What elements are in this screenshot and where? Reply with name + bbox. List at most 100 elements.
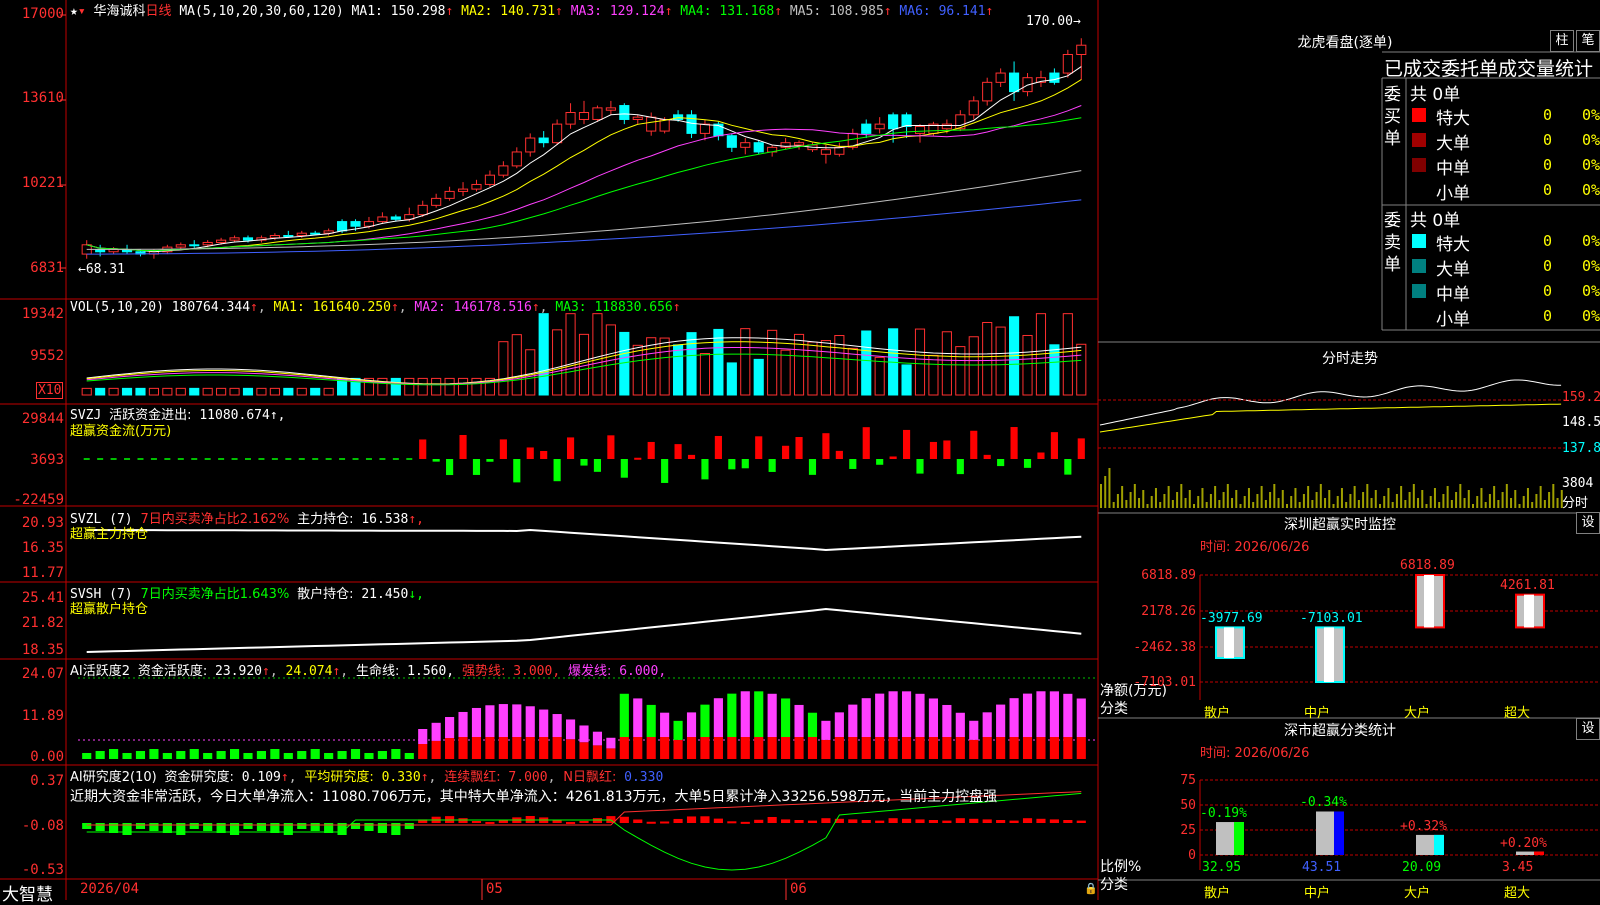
flow-bar [835, 450, 843, 459]
volume-bar [646, 337, 657, 396]
order-percent: 0% [1581, 156, 1600, 174]
main-chart-canvas[interactable] [0, 0, 1600, 900]
flow-bar [687, 454, 696, 459]
brand-logo[interactable]: 大智慧 [2, 880, 53, 905]
flow-bar [566, 437, 575, 459]
activity-bar [176, 751, 186, 759]
candle-body [175, 244, 186, 248]
volume-bar [753, 358, 764, 396]
candle-body [377, 216, 388, 223]
monitor-category-label: 超大 [1504, 706, 1531, 721]
intraday-volume-bar [1472, 504, 1474, 508]
monitor-category-label: 大户 [1404, 706, 1431, 721]
activity-bar [875, 737, 885, 759]
order-size-label: 大单 [1436, 260, 1470, 280]
monitor-value-label: 6818.89 [1400, 558, 1455, 573]
period-label[interactable]: 日线 [146, 4, 172, 19]
order-percent: 0% [1581, 106, 1600, 124]
activity-bar [552, 714, 562, 737]
order-size-label: 特大 [1436, 109, 1470, 129]
flow-bar [325, 458, 332, 460]
flow-bar [741, 459, 749, 469]
activity-bar [324, 753, 334, 759]
intraday-volume-bar [1307, 486, 1310, 508]
candle-body [283, 235, 294, 238]
flow-bar [150, 458, 157, 460]
activity-bar [445, 717, 455, 739]
intraday-volume-bar [1235, 490, 1238, 508]
order-size-label: 中单 [1436, 159, 1470, 179]
research-bar [955, 818, 965, 823]
intraday-volume-bar [1108, 468, 1111, 508]
flow-bar [218, 458, 225, 460]
volume-bar [941, 331, 952, 396]
activity-bar [458, 711, 468, 737]
monitor-bar-highlight [1424, 575, 1434, 628]
activity-bar [216, 751, 226, 759]
vol-axis-label: 9552 [30, 348, 64, 364]
flow-bar [580, 459, 588, 466]
flow-bar [406, 458, 413, 460]
intraday-volume-bar [1353, 486, 1356, 508]
tick-view-button[interactable]: 笔 [1576, 30, 1600, 52]
monitor-axis-label: 6818.89 [1141, 568, 1196, 583]
intraday-volume-bar [1112, 502, 1115, 508]
lock-icon[interactable]: 🔒 [1084, 882, 1098, 895]
intraday-volume-bar [1425, 504, 1428, 508]
volume-bar [121, 387, 133, 396]
intraday-volume-bar [1176, 492, 1179, 508]
classify-category-label: 中户 [1304, 886, 1331, 901]
flow-bar [419, 439, 427, 459]
intraday-volume-bar [1556, 498, 1559, 508]
monitor-settings-button[interactable]: 设 [1576, 512, 1600, 534]
intraday-volume-bar [1239, 504, 1242, 508]
candle-body [726, 135, 737, 148]
intraday-volume-bar [1209, 494, 1212, 508]
candle-body [498, 165, 509, 176]
flow-bar [124, 458, 131, 460]
lhb-tabs[interactable]: 已成交委托单成交量统计 [1384, 54, 1593, 81]
intraday-axis-label: 148.5 [1562, 415, 1600, 430]
activity-bar [592, 731, 603, 746]
activity-bar [109, 749, 119, 759]
monitor-category-label: 中户 [1304, 706, 1331, 721]
candle-body [632, 116, 643, 120]
ma-line [86, 117, 1082, 252]
research-bar [646, 821, 656, 824]
intraday-volume-bar [1370, 498, 1373, 508]
candle-body [793, 142, 805, 146]
vol-scale-badge[interactable]: X10 [36, 382, 64, 399]
intraday-volume-bar [1404, 500, 1407, 508]
monitor-axis-label: -2462.38 [1133, 640, 1196, 655]
bar-view-button[interactable]: 柱 [1550, 30, 1574, 52]
intraday-volume-bar [1543, 500, 1546, 508]
volume-bar [565, 313, 576, 396]
intraday-volume-bar [1510, 498, 1513, 508]
volume-bar [404, 377, 415, 396]
flow-bar [540, 451, 548, 459]
volume-bar [686, 332, 697, 396]
activity-bar [1009, 737, 1019, 759]
classify-settings-button[interactable]: 设 [1576, 718, 1600, 740]
ma-item-3: MA3: 129.124 [562, 4, 665, 19]
volume-bar [323, 387, 334, 396]
intraday-volume-bar [1222, 492, 1225, 508]
intraday-volume-bar [1379, 504, 1381, 508]
flow-bar [83, 458, 90, 460]
intraday-volume-bar [1125, 500, 1128, 508]
monitor-value-label: -7103.01 [1300, 611, 1363, 627]
order-count: 0 [1542, 307, 1552, 325]
activity-bar [485, 737, 495, 759]
star-icon[interactable]: ★ [70, 4, 78, 19]
research-bar [969, 818, 979, 823]
research-bar [364, 823, 374, 831]
volume-bar [713, 328, 724, 396]
flow-bar [110, 458, 117, 460]
candle-body [484, 174, 495, 185]
volume-bar [861, 330, 872, 396]
activity-bar [928, 737, 939, 759]
intraday-volume-bar [1142, 490, 1145, 508]
flow-bar [365, 458, 372, 460]
intraday-axis-label: 159.2 [1562, 390, 1600, 405]
volume-bar [310, 387, 321, 396]
